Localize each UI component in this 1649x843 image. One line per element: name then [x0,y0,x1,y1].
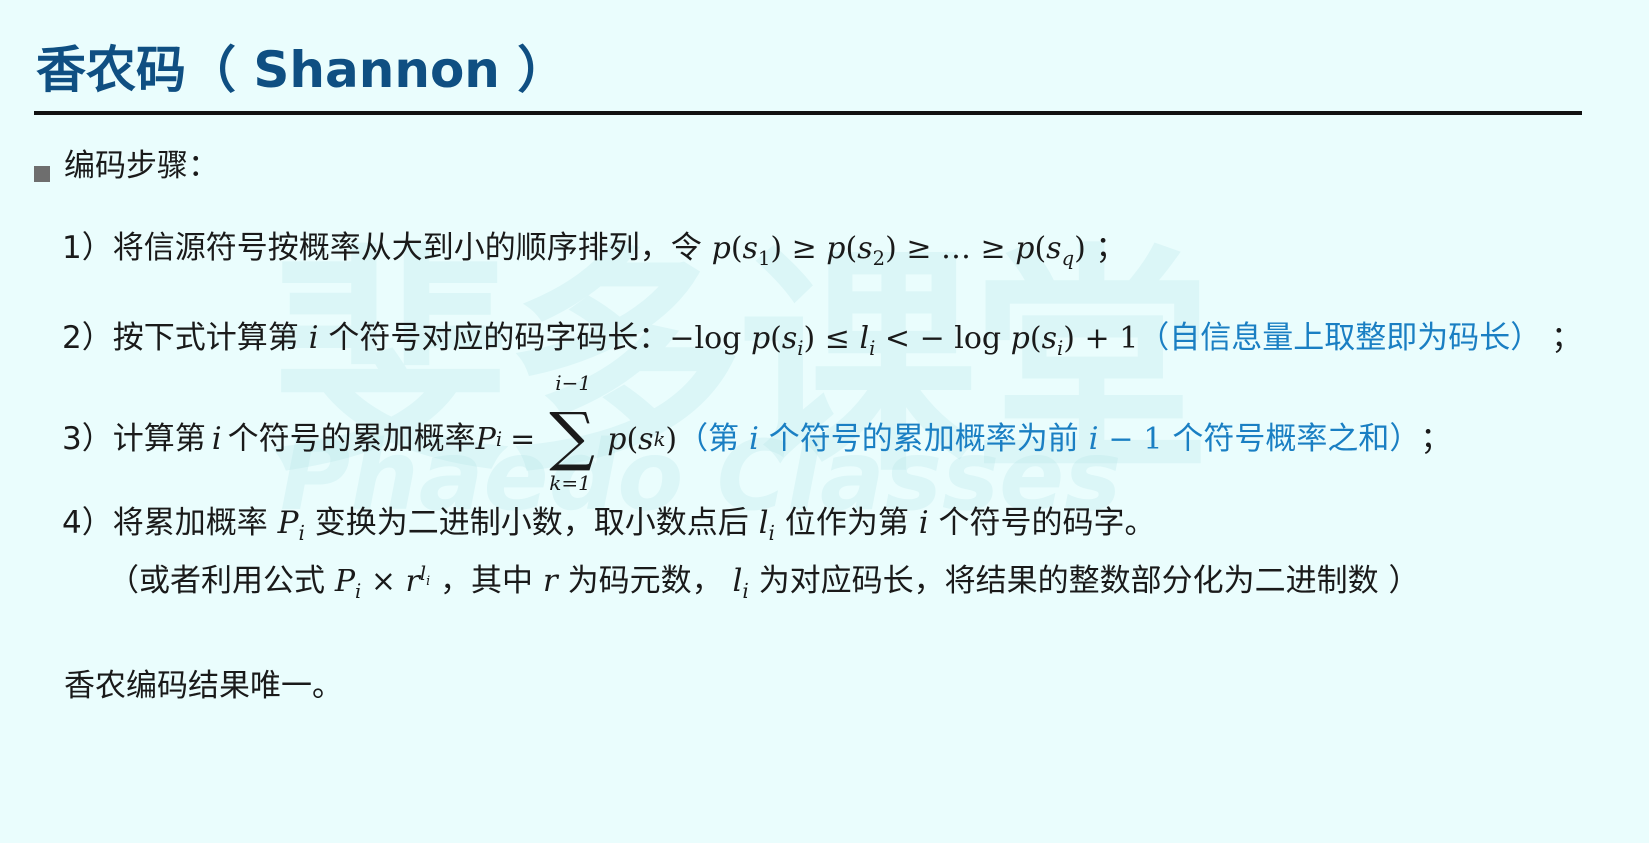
step-2-label: 2）按下式计算第 [62,320,299,356]
conclusion: 香农编码结果唯一。 [64,668,343,704]
step-1: 1）将信源符号按概率从大到小的顺序排列，令 p(s1) ≥ p(s2) ≥ … … [62,230,1126,270]
step-4-label2: 变换为二进制小数，取小数点后 [314,505,749,541]
step-2-label2: 个符号对应的码字码长： [328,320,670,356]
step-4: 4）将累加概率 Pi 变换为二进制小数，取小数点后 li 位作为第 i 个符号的… [62,505,1156,546]
bullet-square-icon [34,166,50,182]
step-3-formula: Pi = i−1 ∑ k=1 p(s k) [475,371,678,495]
step-4-alternative: （或者利用公式 Pi × rli ，其中 r 为码元数， li 为对应码长，将结… [108,562,1420,604]
step-3: 3）计算第 i 个符号的累加概率 Pi = i−1 ∑ k=1 p(s k) （第… [62,371,1452,495]
step-1-end: ； [1095,230,1127,266]
page-title: 香农码（ Shannon ） [36,41,568,99]
step-2-formula: −log p(si) ≤ li < − log p(si) + 1 [669,321,1139,360]
step-3-label: 3）计算第 [62,421,206,458]
step-3-label2: 个符号的累加概率 [227,421,476,458]
step-2-note: （自信息量上取整即为码长） [1138,320,1542,356]
step-4-label: 4）将累加概率 [62,505,268,541]
step-1-formula: p(s1) ≥ p(s2) ≥ … ≥ p(sq) [711,231,1096,270]
section-heading: 编码步骤： [64,148,219,184]
step-1-label: 1）将信源符号按概率从大到小的顺序排列，令 [62,230,702,266]
step-2: 2）按下式计算第 i 个符号对应的码字码长：−log p(si) ≤ li < … [62,320,1583,360]
step-4-label4: 个符号的码字。 [938,505,1156,541]
summation-sign: i−1 ∑ k=1 [549,371,595,495]
step-4-label3: 位作为第 [784,505,909,541]
title-divider [34,111,1582,115]
step-3-note: （第 i 个符号的累加概率为前 i − 1 个符号概率之和） [677,421,1421,458]
